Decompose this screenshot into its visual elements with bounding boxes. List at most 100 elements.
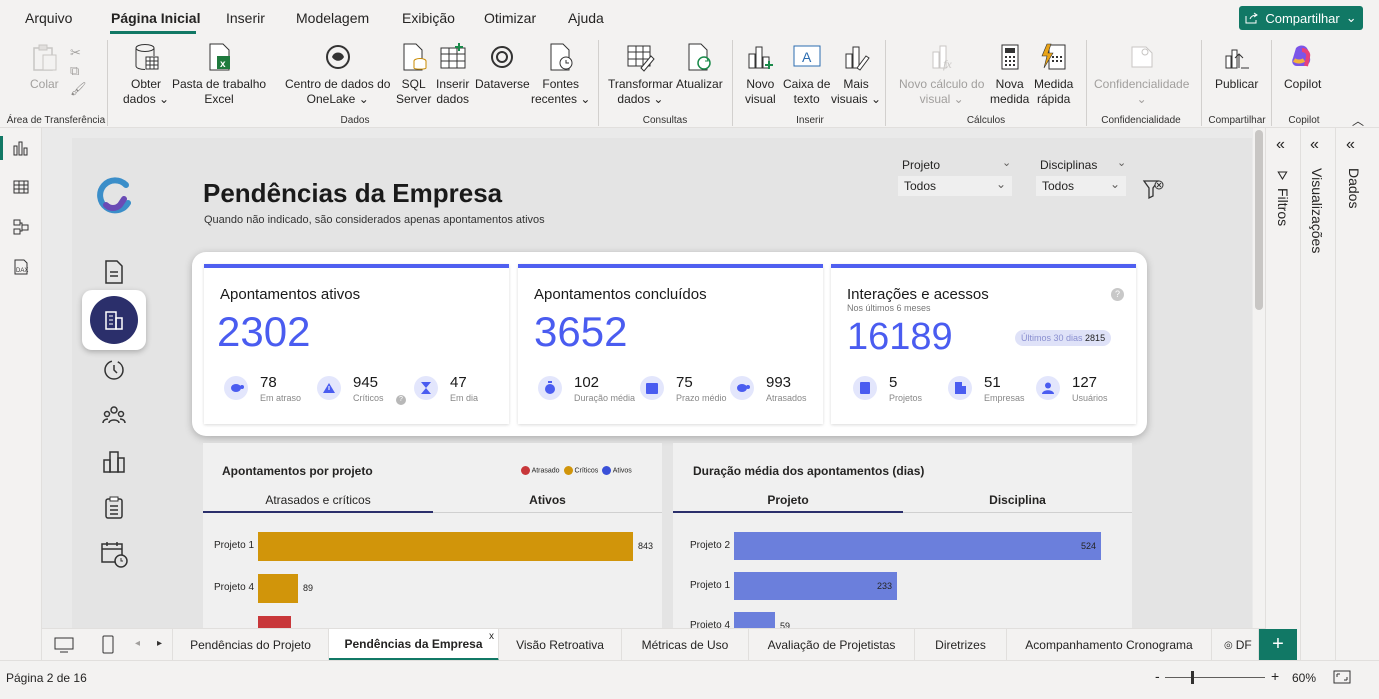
page-tab-avaliacao-projetistas[interactable]: Avaliação de Projetistas <box>749 629 915 661</box>
excel-workbook-button[interactable]: x Pasta de trabalho Excel <box>172 42 266 107</box>
refresh-button[interactable]: Atualizar <box>676 42 723 92</box>
sensitivity-button[interactable]: Confidencialidade ⌄ <box>1094 42 1189 107</box>
visualizations-pane[interactable]: « Visualizações <box>1300 128 1335 660</box>
fit-to-page-icon[interactable] <box>1333 670 1351 684</box>
add-page-button[interactable]: + <box>1259 629 1297 661</box>
share-label: Compartilhar <box>1265 10 1340 26</box>
calendar-clock-nav-icon[interactable] <box>100 540 130 570</box>
users-nav-icon[interactable] <box>102 403 126 427</box>
menu-modelagem[interactable]: Modelagem <box>296 10 369 26</box>
zoom-out-button[interactable]: - <box>1155 668 1160 684</box>
onelake-button[interactable]: Centro de dados do OneLake ⌄ <box>285 42 390 107</box>
tab-disciplina[interactable]: Disciplina <box>903 493 1132 507</box>
report-view-icon[interactable] <box>13 140 29 156</box>
get-data-label-2: dados ⌄ <box>123 92 170 106</box>
page-tab-metricas-uso[interactable]: Métricas de Uso <box>622 629 749 661</box>
help-icon[interactable]: ? <box>1111 288 1124 301</box>
menu-pagina-inicial[interactable]: Página Inicial <box>111 10 200 26</box>
clear-filter-icon[interactable] <box>1142 178 1166 202</box>
filter-projeto-dropdown[interactable]: Todos ⌄ <box>898 176 1012 196</box>
copy-icon[interactable]: ⧉ <box>70 62 87 80</box>
bar[interactable] <box>258 574 298 603</box>
transform-data-button[interactable]: Transformar dados ⌄ <box>608 42 673 107</box>
dax-query-view-icon[interactable]: DAX <box>13 259 29 275</box>
filters-pane[interactable]: « ⛛ Filtros <box>1265 128 1300 660</box>
bar[interactable] <box>258 532 633 561</box>
quick-measure-button[interactable]: Medida rápida <box>1034 42 1073 107</box>
onelake-icon <box>325 45 350 69</box>
scrollbar-thumb[interactable] <box>1255 130 1263 310</box>
chevron-down-icon: ⌄ <box>1345 10 1357 25</box>
bar[interactable] <box>734 612 775 628</box>
collapse-ribbon-icon[interactable]: ︿ <box>1352 112 1364 129</box>
visual-calc-button[interactable]: fx Novo cálculo do visual ⌄ <box>899 42 984 107</box>
menu-inserir[interactable]: Inserir <box>226 10 265 26</box>
menu-otimizar[interactable]: Otimizar <box>484 10 536 26</box>
help-icon[interactable]: ? <box>396 395 406 405</box>
model-view-icon[interactable] <box>13 219 29 235</box>
new-measure-button[interactable]: Nova medida <box>990 42 1029 107</box>
menu-exibicao[interactable]: Exibição <box>402 10 455 26</box>
dataverse-button[interactable]: Dataverse <box>475 42 530 92</box>
enter-data-button[interactable]: Inserir dados <box>436 42 469 107</box>
page-tab-pendencias-projeto[interactable]: Pendências do Projeto <box>172 629 329 661</box>
mobile-layout-icon[interactable] <box>102 635 114 655</box>
active-nav-item[interactable] <box>82 290 146 350</box>
close-tab-icon[interactable]: x <box>489 631 494 642</box>
format-painter-icon[interactable]: 🖌 <box>70 80 87 98</box>
buildings-nav-icon[interactable] <box>102 450 126 474</box>
next-tab-icon[interactable]: ▸ <box>157 638 162 649</box>
chart-title: Apontamentos por projeto <box>222 464 373 478</box>
bar[interactable] <box>734 532 1101 560</box>
textbox-button[interactable]: A Caixa de texto <box>783 42 830 107</box>
zoom-in-button[interactable]: + <box>1271 668 1279 684</box>
page-tab-df[interactable]: ◎ DF <box>1212 629 1259 661</box>
menu-arquivo[interactable]: Arquivo <box>25 10 72 26</box>
group-separator <box>107 40 108 126</box>
bar[interactable] <box>258 616 291 628</box>
tab-projeto[interactable]: Projeto <box>673 493 903 507</box>
desktop-layout-icon[interactable] <box>54 637 74 653</box>
clipboard-list-nav-icon[interactable] <box>104 496 124 520</box>
zoom-slider-thumb[interactable] <box>1191 671 1194 684</box>
expand-filters-icon[interactable]: « <box>1276 136 1285 154</box>
zoom-slider-track[interactable] <box>1165 677 1265 678</box>
publish-button[interactable]: Publicar <box>1215 42 1258 92</box>
visual-calc-label-2: visual ⌄ <box>919 92 964 106</box>
get-data-button[interactable]: Obter dados ⌄ <box>123 42 169 107</box>
excel-label-1: Pasta de trabalho <box>172 77 267 91</box>
expand-data-icon[interactable]: « <box>1346 136 1355 154</box>
sensitivity-label-1: Confidencialidade <box>1094 77 1190 91</box>
sql-server-button[interactable]: SQL Server <box>396 42 431 107</box>
cut-icon[interactable]: ✂ <box>70 44 87 62</box>
recent-sources-button[interactable]: Fontes recentes ⌄ <box>531 42 590 107</box>
data-pane[interactable]: « Dados <box>1335 128 1379 660</box>
table-view-icon[interactable] <box>13 179 29 195</box>
more-visuals-button[interactable]: Mais visuais ⌄ <box>831 42 881 107</box>
clock-history-nav-icon[interactable] <box>102 358 126 382</box>
chevron-down-icon[interactable]: ⌄ <box>1117 156 1126 169</box>
document-nav-icon[interactable] <box>104 260 124 284</box>
share-button[interactable]: Compartilhar ⌄ <box>1239 6 1363 30</box>
mini-value: 75 <box>676 374 693 391</box>
measure-icon <box>1001 44 1019 70</box>
page-tab-pendencias-empresa[interactable]: Pendências da Empresa x <box>329 629 499 661</box>
bar[interactable] <box>734 572 897 600</box>
tab-atrasados-criticos[interactable]: Atrasados e críticos <box>203 493 433 507</box>
active-view-indicator <box>0 136 3 160</box>
filter-disciplinas-dropdown[interactable]: Todos ⌄ <box>1036 176 1126 196</box>
page-tab-visao-retroativa[interactable]: Visão Retroativa <box>499 629 622 661</box>
paste-button[interactable]: Colar <box>30 42 59 92</box>
canvas-scrollbar[interactable] <box>1253 128 1265 628</box>
active-tab-indicator <box>203 511 433 513</box>
tab-ativos[interactable]: Ativos <box>433 493 662 507</box>
page-tab-acompanhamento[interactable]: Acompanhamento Cronograma <box>1007 629 1212 661</box>
chevron-down-icon[interactable]: ⌄ <box>1002 156 1011 169</box>
copilot-button[interactable]: Copilot <box>1284 42 1321 92</box>
expand-visualizations-icon[interactable]: « <box>1310 136 1319 154</box>
page-indicator: Página 2 de 16 <box>6 671 87 685</box>
menu-ajuda[interactable]: Ajuda <box>568 10 604 26</box>
new-visual-button[interactable]: Novo visual <box>745 42 776 107</box>
page-tab-diretrizes[interactable]: Diretrizes <box>915 629 1007 661</box>
prev-tab-icon[interactable]: ◂ <box>135 638 140 649</box>
